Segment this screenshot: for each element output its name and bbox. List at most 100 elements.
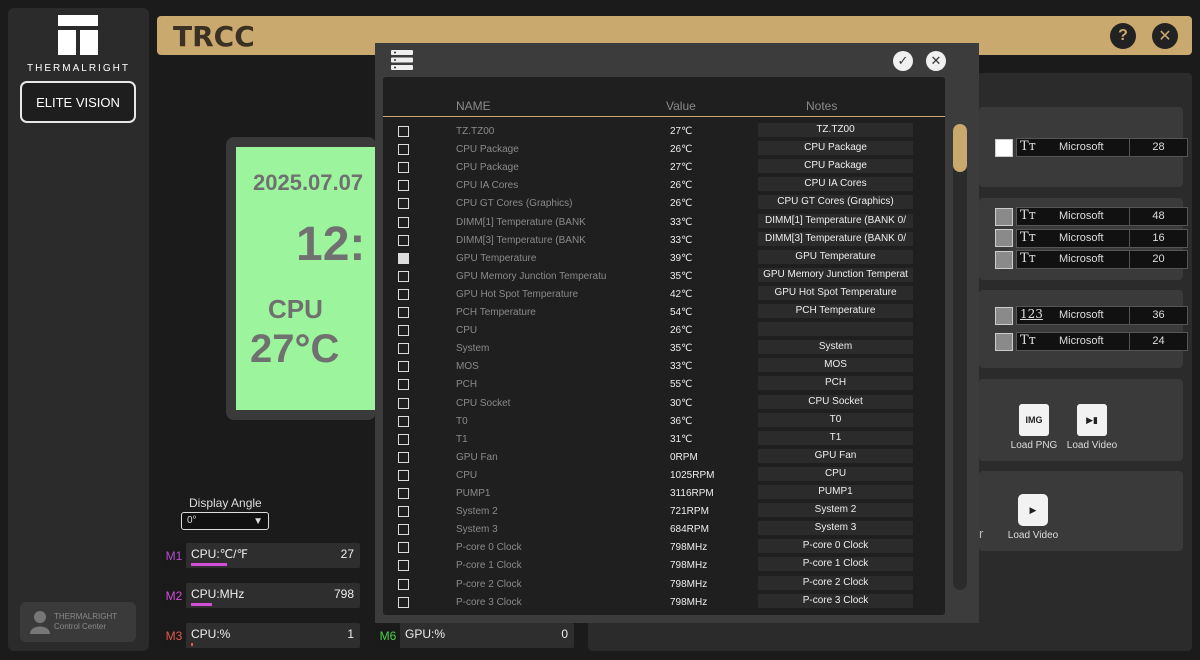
dialog-close-button[interactable]: ✕ <box>926 51 946 71</box>
color-swatch[interactable] <box>995 307 1013 325</box>
sensor-note-field[interactable]: System 3 <box>758 521 913 536</box>
row-checkbox[interactable] <box>398 288 409 300</box>
table-row[interactable]: P-core 0 Clock 798MHz P-core 0 Clock <box>383 539 945 557</box>
row-checkbox[interactable] <box>398 162 409 174</box>
scrollbar-track[interactable] <box>953 124 967 590</box>
metric-m3[interactable]: M3 CPU:% 1 <box>162 623 360 648</box>
row-checkbox[interactable] <box>398 560 409 572</box>
row-checkbox[interactable] <box>398 379 409 391</box>
table-row[interactable]: PUMP1 3116RPM PUMP1 <box>383 485 945 503</box>
table-row[interactable]: T0 36℃ T0 <box>383 412 945 431</box>
table-row[interactable]: DIMM[3] Temperature (BANK 33℃ DIMM[3] Temp… <box>383 231 945 250</box>
sensor-note-field[interactable]: GPU Hot Spot Temperature <box>758 285 913 300</box>
table-row[interactable]: CPU GT Cores (Graphics) 26℃ CPU GT Cores (… <box>383 195 945 213</box>
load-png-button[interactable]: IMG Load PNG <box>1004 404 1064 451</box>
table-row[interactable]: P-core 3 Clock 798MHz P-core 3 Clock <box>383 593 945 612</box>
sensor-note-field[interactable]: CPU Package <box>758 159 913 174</box>
close-button[interactable]: ✕ <box>1152 23 1178 49</box>
table-row[interactable]: GPU Fan 0RPM GPU Fan <box>383 448 945 467</box>
device-button-elite-vision[interactable]: ELITE VISION <box>20 81 136 123</box>
sensor-note-field[interactable]: CPU Package <box>758 141 913 156</box>
sensor-note-field[interactable]: TZ.TZ00 <box>758 123 913 137</box>
metric-m1[interactable]: M1 CPU:℃/℉ 27 <box>162 543 360 568</box>
lcd-preview[interactable]: 2025.07.07 12: CPU 27°C <box>236 147 376 410</box>
sensor-note-field[interactable]: System 2 <box>758 503 913 518</box>
font-selector[interactable]: Tт Microsoft 48 <box>1016 207 1188 226</box>
color-swatch[interactable] <box>995 333 1013 351</box>
sensor-note-field[interactable]: CPU GT Cores (Graphics) <box>758 195 913 210</box>
row-checkbox[interactable] <box>398 415 409 427</box>
table-row[interactable]: System 35℃ System <box>383 340 945 358</box>
row-checkbox[interactable] <box>398 270 409 282</box>
metric-m6[interactable]: M6 GPU:% 0 <box>376 623 574 648</box>
font-selector[interactable]: Tт Microsoft 20 <box>1016 250 1188 269</box>
sensor-note-field[interactable]: GPU Temperature <box>758 249 913 264</box>
load-video-button-2[interactable]: ▶ Load Video <box>1003 494 1063 541</box>
table-row[interactable]: GPU Memory Junction Temperature 35℃ GPU Me… <box>383 267 945 286</box>
row-checkbox[interactable] <box>398 126 409 137</box>
row-checkbox[interactable] <box>398 198 409 210</box>
row-checkbox[interactable] <box>398 397 409 409</box>
sensor-note-field[interactable]: MOS <box>758 358 913 373</box>
display-angle-select[interactable]: 0° ▼ <box>181 512 269 530</box>
table-row[interactable]: PCH 55℃ PCH <box>383 376 945 394</box>
table-row[interactable]: CPU Package 26℃ CPU Package <box>383 141 945 159</box>
font-selector[interactable]: 123 Microsoft 36 <box>1016 306 1188 325</box>
table-row[interactable]: TZ.TZ00 27℃ TZ.TZ00 <box>383 123 945 141</box>
load-video-button[interactable]: ▶▮ Load Video <box>1062 404 1122 451</box>
row-checkbox[interactable] <box>398 343 409 355</box>
table-row[interactable]: DIMM[1] Temperature (BANK 33℃ DIMM[1] Temp… <box>383 213 945 232</box>
table-row[interactable]: P-core 2 Clock 798MHz P-core 2 Clock <box>383 575 945 594</box>
row-checkbox[interactable] <box>398 252 409 264</box>
table-row[interactable]: PCH Temperature 54℃ PCH Temperature <box>383 304 945 322</box>
color-swatch[interactable] <box>995 208 1013 226</box>
sensor-note-field[interactable]: GPU Memory Junction Temperat <box>758 267 913 282</box>
table-row[interactable]: System 2 721RPM System 2 <box>383 503 945 521</box>
row-checkbox[interactable] <box>398 216 409 228</box>
row-checkbox[interactable] <box>398 596 409 608</box>
color-swatch[interactable] <box>995 229 1013 247</box>
color-swatch[interactable] <box>995 251 1013 269</box>
sensor-note-field[interactable]: PUMP1 <box>758 485 913 499</box>
sensor-note-field[interactable]: P-core 2 Clock <box>758 575 913 590</box>
row-checkbox[interactable] <box>398 325 409 337</box>
table-row[interactable]: T1 31℃ T1 <box>383 430 945 449</box>
font-selector[interactable]: Tт Microsoft 16 <box>1016 229 1188 248</box>
sensor-note-field[interactable]: DIMM[1] Temperature (BANK 0/ <box>758 213 913 228</box>
table-row[interactable]: CPU 26℃ <box>383 322 945 340</box>
row-checkbox[interactable] <box>398 307 409 318</box>
color-swatch[interactable] <box>995 139 1013 157</box>
row-checkbox[interactable] <box>398 234 409 246</box>
sensor-note-field[interactable]: T1 <box>758 430 913 445</box>
sensor-note-field[interactable]: P-core 0 Clock <box>758 539 913 554</box>
table-row[interactable]: CPU Socket 30℃ CPU Socket <box>383 394 945 413</box>
sensor-note-field[interactable]: System <box>758 340 913 355</box>
font-selector[interactable]: Tт Microsoft 28 <box>1016 138 1188 157</box>
row-checkbox[interactable] <box>398 451 409 463</box>
row-checkbox[interactable] <box>398 506 409 518</box>
table-row[interactable]: P-core 1 Clock 798MHz P-core 1 Clock <box>383 557 945 575</box>
sensor-note-field[interactable]: PCH <box>758 376 913 391</box>
control-center-badge[interactable]: THERMALRIGHT Control Center <box>20 602 136 642</box>
row-checkbox[interactable] <box>398 180 409 192</box>
font-selector[interactable]: Tт Microsoft 24 <box>1016 332 1188 351</box>
sensor-note-field[interactable] <box>758 322 913 337</box>
row-checkbox[interactable] <box>398 524 409 536</box>
sensor-note-field[interactable]: P-core 1 Clock <box>758 557 913 572</box>
sensor-note-field[interactable]: P-core 3 Clock <box>758 593 913 608</box>
table-row[interactable]: GPU Temperature 39℃ GPU Temperature <box>383 249 945 268</box>
table-row[interactable]: CPU 1025RPM CPU <box>383 466 945 485</box>
scrollbar-thumb[interactable] <box>953 124 967 172</box>
sensor-note-field[interactable]: CPU Socket <box>758 394 913 409</box>
help-button[interactable]: ? <box>1110 23 1136 49</box>
sensor-note-field[interactable]: T0 <box>758 412 913 427</box>
table-row[interactable]: CPU Package 27℃ CPU Package <box>383 159 945 177</box>
sensor-note-field[interactable]: CPU <box>758 466 913 481</box>
row-checkbox[interactable] <box>398 488 409 499</box>
confirm-button[interactable]: ✓ <box>893 51 913 71</box>
row-checkbox[interactable] <box>398 144 409 156</box>
sensor-note-field[interactable]: DIMM[3] Temperature (BANK 0/ <box>758 231 913 246</box>
table-row[interactable]: System 3 684RPM System 3 <box>383 521 945 539</box>
table-row[interactable]: CPU IA Cores 26℃ CPU IA Cores <box>383 177 945 195</box>
row-checkbox[interactable] <box>398 469 409 481</box>
